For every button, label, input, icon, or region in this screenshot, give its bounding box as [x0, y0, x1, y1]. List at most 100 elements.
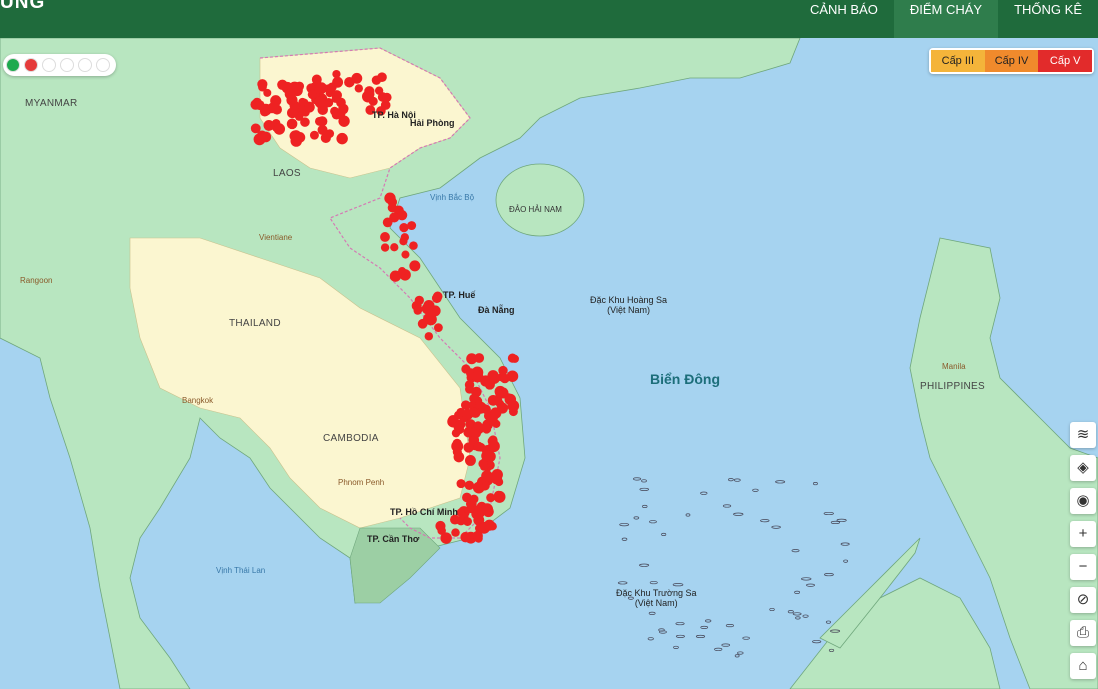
- label-vientiane: Vientiane: [259, 233, 293, 242]
- label-truong-sa-line2: (Việt Nam): [634, 598, 678, 608]
- locate-icon[interactable]: ◉: [1070, 488, 1096, 514]
- fire-point: [483, 519, 495, 531]
- fire-point: [481, 503, 494, 515]
- fire-point: [432, 291, 443, 302]
- fire-point: [336, 132, 348, 145]
- fire-point: [317, 104, 328, 116]
- fire-point: [423, 300, 435, 312]
- fire-point: [498, 365, 508, 376]
- nav-thong-ke[interactable]: THỐNG KÊ: [998, 0, 1098, 38]
- label-laos: LAOS: [273, 168, 301, 179]
- fire-point: [424, 332, 434, 341]
- fire-point: [317, 124, 328, 135]
- label-hoang-sa-line2: (Việt Nam): [607, 305, 650, 315]
- fire-point: [481, 470, 493, 482]
- fire-point: [409, 260, 421, 272]
- fire-point: [331, 90, 342, 101]
- fire-point: [493, 490, 506, 503]
- fire-point: [456, 479, 466, 489]
- toggle-dot-green[interactable]: [6, 58, 20, 72]
- fire-point: [298, 97, 307, 106]
- main-nav: CẢNH BÁO ĐIỂM CHÁY THỐNG KÊ: [794, 0, 1098, 38]
- fire-point: [409, 241, 418, 250]
- fire-point: [473, 421, 483, 430]
- fire-point: [508, 407, 518, 417]
- fire-level-legend: Cấp III Cấp IV Cấp V: [929, 48, 1094, 74]
- fire-point: [452, 447, 462, 457]
- label-rangoon: Rangoon: [20, 276, 53, 285]
- fire-point: [254, 100, 265, 111]
- fire-point: [451, 528, 460, 537]
- fire-point: [440, 532, 452, 544]
- fire-point: [399, 223, 409, 233]
- map-controls: ≋ ◈ ◉ + − ⊘ ⎙ ⌂: [1070, 422, 1096, 686]
- fire-point: [377, 72, 387, 83]
- fire-point: [473, 441, 484, 452]
- fire-point: [315, 82, 328, 94]
- zoom-out-icon[interactable]: −: [1070, 554, 1096, 580]
- fire-point: [287, 107, 298, 119]
- fire-point: [495, 389, 504, 398]
- fire-point: [478, 459, 488, 469]
- nav-canh-bao[interactable]: CẢNH BÁO: [794, 0, 894, 38]
- top-navbar: UNG CẢNH BÁO ĐIỂM CHÁY THỐNG KÊ: [0, 0, 1098, 38]
- fire-point: [507, 353, 518, 363]
- fire-point: [481, 404, 491, 415]
- print-icon[interactable]: ⎙: [1070, 620, 1096, 646]
- fire-point: [260, 131, 272, 143]
- toggle-dot-empty[interactable]: [60, 58, 74, 72]
- fire-point: [364, 89, 375, 100]
- brand-title: UNG: [0, 0, 46, 13]
- map-view[interactable]: [0, 38, 1098, 689]
- fire-point: [309, 130, 319, 140]
- toggle-dot-empty[interactable]: [96, 58, 110, 72]
- fire-point: [425, 309, 435, 319]
- toggle-dot-empty[interactable]: [78, 58, 92, 72]
- fire-point: [250, 123, 261, 134]
- label-bien-dong: Biển Đông: [650, 371, 720, 387]
- fire-point: [414, 295, 424, 306]
- fire-point: [384, 192, 396, 204]
- fire-point: [398, 267, 407, 276]
- fire-point: [465, 383, 474, 392]
- fire-point: [263, 120, 275, 131]
- fire-point: [289, 130, 301, 142]
- fire-point: [354, 84, 363, 93]
- fire-point: [380, 232, 390, 242]
- fire-point: [489, 413, 498, 423]
- label-hoang-sa: Đặc Khu Hoàng Sa (Việt Nam): [590, 295, 667, 315]
- fire-point: [382, 217, 393, 228]
- fire-point: [491, 473, 503, 485]
- legend-level-5[interactable]: Cấp V: [1038, 50, 1093, 72]
- fire-point: [314, 116, 325, 126]
- fire-point: [286, 118, 298, 130]
- fire-point: [460, 531, 471, 543]
- fire-point: [284, 88, 296, 100]
- fire-point: [469, 407, 479, 417]
- label-bangkok: Bangkok: [182, 396, 214, 405]
- zoom-in-icon[interactable]: +: [1070, 521, 1096, 547]
- legend-level-3[interactable]: Cấp III: [931, 50, 985, 72]
- fire-point: [270, 95, 282, 107]
- nav-diem-chay[interactable]: ĐIỂM CHÁY: [893, 0, 999, 38]
- layers-icon[interactable]: ◈: [1070, 455, 1096, 481]
- fire-point: [466, 353, 478, 365]
- fire-point: [338, 103, 349, 114]
- toggle-dot-empty[interactable]: [42, 58, 56, 72]
- label-hue: TP. Huế: [443, 290, 476, 300]
- chart-icon[interactable]: ≋: [1070, 422, 1096, 448]
- label-thailand: THAILAND: [229, 318, 281, 329]
- fire-point: [374, 86, 384, 95]
- fire-point: [401, 250, 410, 259]
- fire-point: [277, 79, 288, 90]
- map-canvas[interactable]: [0, 38, 1098, 689]
- compass-icon[interactable]: ⊘: [1070, 587, 1096, 613]
- legend-level-4[interactable]: Cấp IV: [984, 50, 1039, 72]
- fire-point: [453, 420, 465, 432]
- fire-point: [258, 82, 267, 92]
- fire-point: [351, 72, 363, 84]
- fire-point: [500, 373, 510, 384]
- layer-toggle-group: [3, 54, 116, 76]
- home-icon[interactable]: ⌂: [1070, 653, 1096, 679]
- toggle-dot-red[interactable]: [24, 58, 38, 72]
